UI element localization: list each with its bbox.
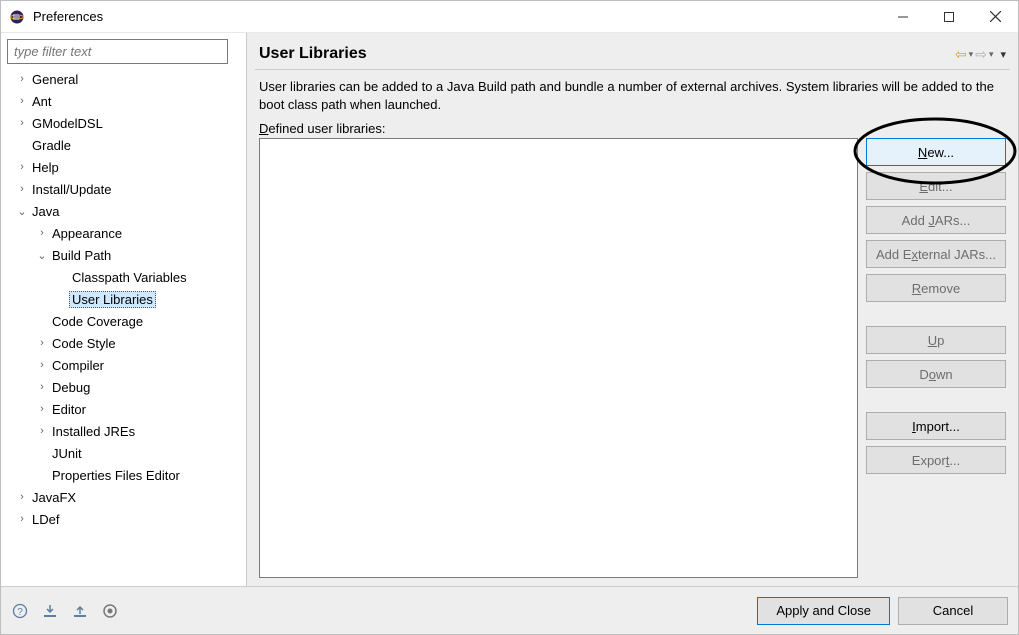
chevron-right-icon[interactable]: › (15, 117, 29, 129)
page-title: User Libraries (259, 45, 367, 63)
preference-tree[interactable]: ›General›Ant›GModelDSL›Gradle›Help›Insta… (7, 68, 246, 580)
tree-item-build-path[interactable]: ⌄Build Path (7, 244, 242, 266)
tree-item-label: General (29, 71, 81, 88)
chevron-right-icon[interactable]: › (35, 359, 49, 371)
export-button[interactable]: Export... (866, 446, 1006, 474)
tree-item-appearance[interactable]: ›Appearance (7, 222, 242, 244)
tree-item-label: Debug (49, 379, 93, 396)
tree-item-label: Ant (29, 93, 55, 110)
tree-item-compiler[interactable]: ›Compiler (7, 354, 242, 376)
sidebar: ›General›Ant›GModelDSL›Gradle›Help›Insta… (1, 33, 247, 586)
tree-item-label: Appearance (49, 225, 125, 242)
tree-item-gradle[interactable]: ›Gradle (7, 134, 242, 156)
import-button[interactable]: Import... (866, 412, 1006, 440)
tree-item-label: Help (29, 159, 62, 176)
import-prefs-icon[interactable] (41, 602, 59, 620)
up-button[interactable]: Up (866, 326, 1006, 354)
preferences-window: Preferences ›General›Ant›GModelDSL›Gradl… (0, 0, 1019, 635)
twisty-blank: › (55, 271, 69, 283)
chevron-right-icon[interactable]: › (35, 337, 49, 349)
defined-libraries-label: Defined user libraries: (255, 115, 1010, 138)
titlebar: Preferences (1, 1, 1018, 33)
tree-item-label: Gradle (29, 137, 74, 154)
tree-item-label: Install/Update (29, 181, 115, 198)
remove-button[interactable]: Remove (866, 274, 1006, 302)
tree-item-java[interactable]: ⌄Java (7, 200, 242, 222)
tree-item-label: Code Style (49, 335, 119, 352)
chevron-down-icon[interactable]: ⌄ (15, 205, 29, 218)
tree-item-help[interactable]: ›Help (7, 156, 242, 178)
tree-item-user-libraries[interactable]: ›User Libraries (7, 288, 242, 310)
apply-and-close-button[interactable]: Apply and Close (757, 597, 890, 625)
tree-item-editor[interactable]: ›Editor (7, 398, 242, 420)
filter-input[interactable] (7, 39, 228, 64)
tree-item-label: Code Coverage (49, 313, 146, 330)
tree-item-properties-files-editor[interactable]: ›Properties Files Editor (7, 464, 242, 486)
down-button[interactable]: Down (866, 360, 1006, 388)
tree-item-code-style[interactable]: ›Code Style (7, 332, 242, 354)
tree-item-label: GModelDSL (29, 115, 106, 132)
user-libraries-list[interactable] (259, 138, 858, 578)
twisty-blank: › (35, 315, 49, 327)
main-panel: User Libraries ⇦▾ ⇨▾ ▾ User libraries ca… (247, 33, 1018, 586)
chevron-right-icon[interactable]: › (15, 161, 29, 173)
add-jars-button[interactable]: Add JARs... (866, 206, 1006, 234)
chevron-right-icon[interactable]: › (35, 227, 49, 239)
chevron-right-icon[interactable]: › (35, 403, 49, 415)
new-button[interactable]: New... (866, 138, 1006, 166)
tree-item-installed-jres[interactable]: ›Installed JREs (7, 420, 242, 442)
add-external-jars-button[interactable]: Add External JARs... (866, 240, 1006, 268)
chevron-right-icon[interactable]: › (35, 425, 49, 437)
tree-item-ant[interactable]: ›Ant (7, 90, 242, 112)
twisty-blank: › (15, 139, 29, 151)
cancel-button[interactable]: Cancel (898, 597, 1008, 625)
tree-item-general[interactable]: ›General (7, 68, 242, 90)
twisty-blank: › (35, 447, 49, 459)
tree-item-code-coverage[interactable]: ›Code Coverage (7, 310, 242, 332)
tree-item-debug[interactable]: ›Debug (7, 376, 242, 398)
oomph-record-icon[interactable] (101, 602, 119, 620)
twisty-blank: › (35, 469, 49, 481)
tree-item-junit[interactable]: ›JUnit (7, 442, 242, 464)
svg-text:?: ? (17, 607, 23, 618)
tree-item-label: JavaFX (29, 489, 79, 506)
page-description: User libraries can be added to a Java Bu… (255, 70, 1010, 115)
tree-item-label: JUnit (49, 445, 85, 462)
chevron-right-icon[interactable]: › (15, 95, 29, 107)
export-prefs-icon[interactable] (71, 602, 89, 620)
tree-item-install-update[interactable]: ›Install/Update (7, 178, 242, 200)
view-menu-icon[interactable]: ▾ (1000, 48, 1006, 61)
chevron-down-icon[interactable]: ⌄ (35, 249, 49, 262)
chevron-right-icon[interactable]: › (15, 73, 29, 85)
nav-forward-icon[interactable]: ⇨▾ (975, 46, 993, 63)
button-column: New... Edit... Add JARs... Add External … (866, 138, 1006, 578)
edit-button[interactable]: Edit... (866, 172, 1006, 200)
tree-item-label: Build Path (49, 247, 114, 264)
tree-item-ldef[interactable]: ›LDef (7, 508, 242, 530)
tree-item-label: Editor (49, 401, 89, 418)
minimize-button[interactable] (880, 2, 926, 32)
close-button[interactable] (972, 2, 1018, 32)
twisty-blank: › (55, 293, 69, 305)
maximize-button[interactable] (926, 2, 972, 32)
tree-item-label: LDef (29, 511, 62, 528)
tree-item-label: Classpath Variables (69, 269, 190, 286)
help-icon[interactable]: ? (11, 602, 29, 620)
tree-item-gmodeldsl[interactable]: ›GModelDSL (7, 112, 242, 134)
chevron-right-icon[interactable]: › (15, 491, 29, 503)
tree-item-classpath-variables[interactable]: ›Classpath Variables (7, 266, 242, 288)
nav-back-icon[interactable]: ⇦▾ (955, 46, 973, 63)
eclipse-icon (9, 9, 25, 25)
tree-item-label: Java (29, 203, 62, 220)
window-title: Preferences (33, 9, 103, 24)
chevron-right-icon[interactable]: › (35, 381, 49, 393)
tree-item-label: Installed JREs (49, 423, 138, 440)
chevron-right-icon[interactable]: › (15, 513, 29, 525)
tree-item-label: User Libraries (69, 291, 156, 308)
tree-item-javafx[interactable]: ›JavaFX (7, 486, 242, 508)
bottom-bar: ? Apply and Close Cancel (1, 586, 1018, 634)
tree-item-label: Properties Files Editor (49, 467, 183, 484)
tree-item-label: Compiler (49, 357, 107, 374)
chevron-right-icon[interactable]: › (15, 183, 29, 195)
